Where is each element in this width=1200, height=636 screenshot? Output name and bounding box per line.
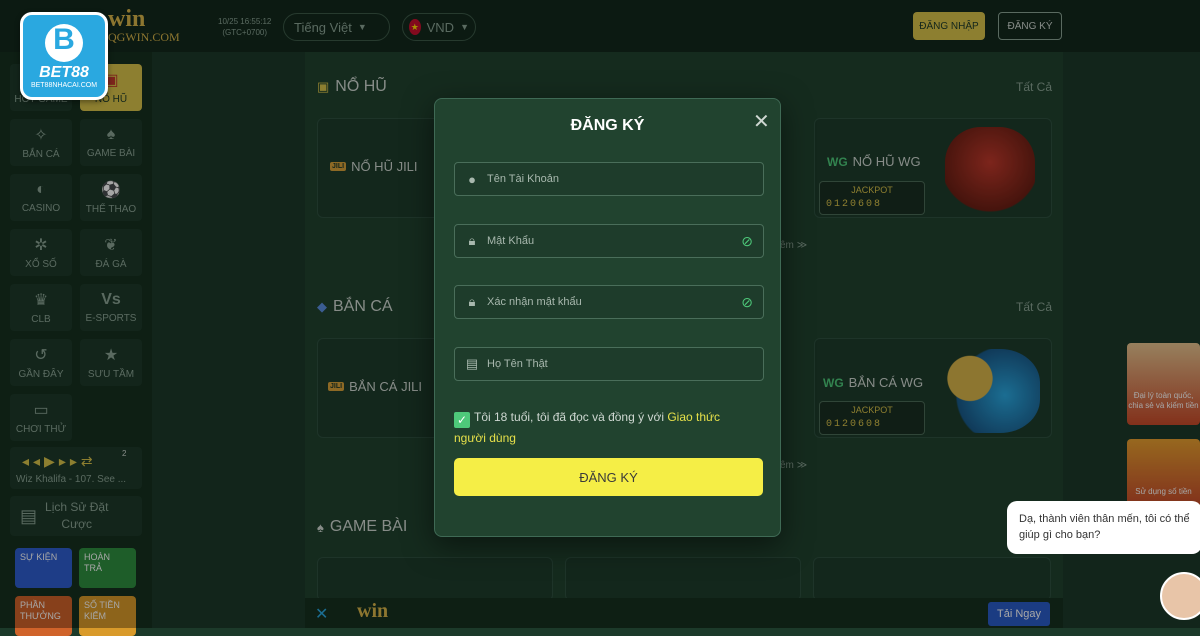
eye-slash-icon[interactable]: ⊘ [741, 294, 753, 311]
lock-icon: 🔒︎ [468, 294, 476, 309]
password-field[interactable]: 🔒︎ ⊘ [454, 224, 764, 258]
chat-message: Dạ, thành viên thân mến, tôi có thể giúp… [1019, 513, 1190, 541]
terms-agreement: ✓ Tôi 18 tuổi, tôi đã đọc và đồng ý với G… [454, 407, 754, 448]
password-input[interactable] [487, 235, 734, 247]
lock-icon: 🔒︎ [468, 233, 476, 248]
confirm-password-field[interactable]: 🔒︎ ⊘ [454, 285, 764, 319]
register-submit-button[interactable]: ĐĂNG KÝ [454, 458, 763, 496]
terms-text: Tôi 18 tuổi, tôi đã đọc và đồng ý với [474, 410, 668, 424]
real-name-input[interactable] [487, 358, 753, 370]
username-input[interactable] [487, 173, 753, 185]
logo-text: BET88 [39, 63, 89, 81]
modal-title: ĐĂNG KÝ [570, 117, 645, 134]
terms-checkbox[interactable]: ✓ [454, 412, 470, 428]
user-icon: ● [468, 171, 476, 187]
support-avatar[interactable] [1160, 572, 1200, 620]
logo-badge: B [45, 23, 83, 62]
confirm-password-input[interactable] [487, 296, 734, 308]
eye-slash-icon[interactable]: ⊘ [741, 233, 753, 250]
logo-subtext: BET88NHACAI.COM [30, 81, 98, 89]
chat-bubble[interactable]: Dạ, thành viên thân mến, tôi có thể giúp… [1007, 501, 1200, 554]
register-modal: ĐĂNG KÝ ✕ ● 🔒︎ ⊘ 🔒︎ ⊘ ▤ ✓ Tôi 18 tuổi, tô… [434, 98, 781, 537]
bet88-logo: B BET88 BET88NHACAI.COM [20, 12, 108, 100]
close-icon[interactable]: ✕ [753, 109, 770, 134]
real-name-field[interactable]: ▤ [454, 347, 764, 381]
username-field[interactable]: ● [454, 162, 764, 196]
id-card-icon: ▤ [465, 356, 479, 371]
